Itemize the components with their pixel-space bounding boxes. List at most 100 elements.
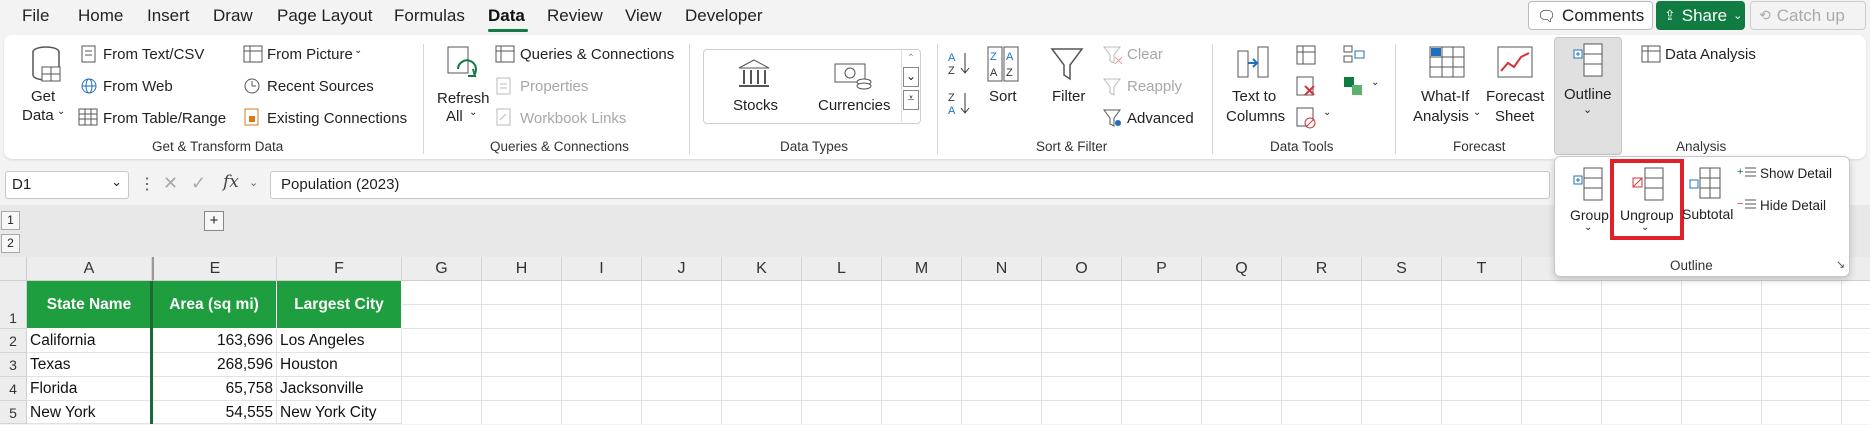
table-header-cell[interactable]: State Name: [27, 281, 152, 329]
what-if-label-1[interactable]: What-If: [1421, 88, 1469, 105]
clear-button[interactable]: Clear: [1127, 46, 1163, 63]
empty-cells[interactable]: [402, 281, 1870, 424]
row-header-2[interactable]: 2: [0, 329, 27, 353]
menu-review[interactable]: Review: [547, 6, 603, 26]
column-header-o[interactable]: O: [1042, 257, 1122, 281]
table-cell[interactable]: Jacksonville: [277, 377, 402, 401]
forecast-label-1[interactable]: Forecast: [1486, 88, 1544, 105]
catch-up-button[interactable]: ⟲ Catch up: [1750, 1, 1866, 30]
queries-connections-button[interactable]: Queries & Connections: [520, 46, 674, 63]
expand-group-button[interactable]: +: [204, 211, 224, 231]
column-header-q[interactable]: Q: [1202, 257, 1282, 281]
chevron-down-icon[interactable]: ⌄: [249, 176, 258, 189]
column-header-g[interactable]: G: [402, 257, 482, 281]
row-header-1[interactable]: 1: [0, 281, 27, 329]
formula-input[interactable]: Population (2023): [270, 171, 1550, 199]
column-header-j[interactable]: J: [642, 257, 722, 281]
existing-connections-button[interactable]: Existing Connections: [267, 110, 407, 127]
get-data-label-1[interactable]: Get: [31, 88, 55, 105]
column-header-i[interactable]: I: [562, 257, 642, 281]
table-header-cell[interactable]: Largest City: [277, 281, 402, 329]
chevron-up-icon[interactable]: ⌃: [902, 53, 920, 64]
text-to-columns-label-1[interactable]: Text to: [1232, 88, 1276, 105]
data-analysis-button[interactable]: Data Analysis: [1665, 46, 1756, 63]
share-button[interactable]: ⇪ Share ⌄: [1656, 1, 1745, 30]
subtotal-button[interactable]: Subtotal: [1682, 206, 1733, 222]
menu-developer[interactable]: Developer: [685, 6, 763, 26]
column-header-h[interactable]: H: [482, 257, 562, 281]
refresh-all-label-1[interactable]: Refresh: [437, 90, 490, 107]
column-header-t[interactable]: T: [1442, 257, 1522, 281]
menu-insert[interactable]: Insert: [147, 6, 190, 26]
name-box[interactable]: D1 ⌄: [5, 171, 129, 199]
table-cell[interactable]: New York City: [277, 401, 402, 424]
filter-button[interactable]: Filter: [1052, 88, 1085, 105]
get-data-label-2[interactable]: Data: [22, 107, 54, 124]
text-file-icon: [81, 45, 96, 63]
column-header-n[interactable]: N: [962, 257, 1042, 281]
column-header-f[interactable]: F: [277, 257, 402, 281]
from-web-button[interactable]: From Web: [103, 78, 173, 95]
table-cell[interactable]: Florida: [27, 377, 152, 401]
fx-icon[interactable]: fx: [223, 172, 239, 192]
row-header-4[interactable]: 4: [0, 377, 27, 401]
column-header-r[interactable]: R: [1282, 257, 1362, 281]
confirm-entry-icon[interactable]: ✓: [191, 173, 206, 194]
chevron-down-icon[interactable]: ⌄: [903, 67, 919, 87]
show-detail-button[interactable]: Show Detail: [1760, 166, 1832, 181]
column-header-k[interactable]: K: [722, 257, 802, 281]
column-header-m[interactable]: M: [882, 257, 962, 281]
properties-button[interactable]: Properties: [520, 78, 588, 95]
currencies-button[interactable]: Currencies: [818, 97, 891, 114]
group-button[interactable]: Group: [1570, 207, 1609, 223]
menu-page-layout[interactable]: Page Layout: [277, 6, 372, 26]
from-table-range-button[interactable]: From Table/Range: [103, 110, 226, 127]
from-picture-button[interactable]: From Picture: [267, 46, 353, 63]
reapply-button[interactable]: Reapply: [1127, 78, 1182, 95]
refresh-all-label-2[interactable]: All: [446, 108, 463, 125]
chevron-down-icon[interactable]: ⌄: [111, 174, 122, 190]
dialog-launcher-icon[interactable]: ↘: [1836, 258, 1845, 271]
menu-draw[interactable]: Draw: [213, 6, 253, 26]
more-options-icon[interactable]: ⋮: [139, 174, 155, 194]
comments-button[interactable]: 🗨 Comments: [1528, 1, 1653, 30]
cancel-entry-icon[interactable]: ✕: [163, 173, 178, 194]
table-cell[interactable]: 65,758: [152, 377, 277, 401]
table-cell[interactable]: 163,696: [152, 329, 277, 353]
table-cell[interactable]: Texas: [27, 353, 152, 377]
from-text-csv-button[interactable]: From Text/CSV: [103, 46, 204, 63]
select-all-button[interactable]: [0, 257, 27, 281]
menu-home[interactable]: Home: [78, 6, 123, 26]
column-header-a[interactable]: A: [27, 257, 152, 281]
expand-gallery-icon[interactable]: ⩡: [903, 90, 919, 110]
menu-data[interactable]: Data: [488, 6, 525, 26]
table-cell[interactable]: California: [27, 329, 152, 353]
table-header-cell[interactable]: Area (sq mi): [152, 281, 277, 329]
forecast-label-2[interactable]: Sheet: [1495, 108, 1534, 125]
outline-level-1-button[interactable]: 1: [1, 211, 20, 230]
table-cell[interactable]: Los Angeles: [277, 329, 402, 353]
hide-detail-button[interactable]: Hide Detail: [1760, 198, 1826, 213]
workbook-links-button[interactable]: Workbook Links: [520, 110, 626, 127]
what-if-label-2[interactable]: Analysis: [1413, 108, 1469, 125]
stocks-button[interactable]: Stocks: [733, 97, 778, 114]
column-header-p[interactable]: P: [1122, 257, 1202, 281]
table-cell[interactable]: New York: [27, 401, 152, 424]
column-header-l[interactable]: L: [802, 257, 882, 281]
text-to-columns-label-2[interactable]: Columns: [1226, 108, 1285, 125]
menu-file[interactable]: File: [22, 6, 49, 26]
menu-view[interactable]: View: [625, 6, 662, 26]
column-header-s[interactable]: S: [1362, 257, 1442, 281]
column-header-e[interactable]: E: [152, 257, 277, 281]
menu-formulas[interactable]: Formulas: [394, 6, 465, 26]
outline-level-2-button[interactable]: 2: [1, 234, 20, 253]
table-cell[interactable]: 54,555: [152, 401, 277, 424]
advanced-button[interactable]: Advanced: [1127, 110, 1194, 127]
table-cell[interactable]: Houston: [277, 353, 402, 377]
clear-filter-icon: [1103, 46, 1123, 65]
table-cell[interactable]: 268,596: [152, 353, 277, 377]
row-header-3[interactable]: 3: [0, 353, 27, 377]
recent-sources-button[interactable]: Recent Sources: [267, 78, 374, 95]
row-header-5[interactable]: 5: [0, 401, 27, 424]
sort-button[interactable]: Sort: [989, 88, 1017, 105]
